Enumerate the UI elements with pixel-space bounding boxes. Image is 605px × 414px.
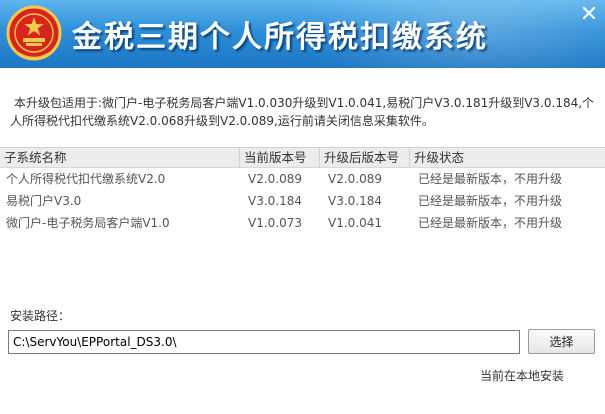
- header-subsystem-name[interactable]: 子系统名称: [0, 148, 240, 167]
- cell-current-version: V1.0.073: [248, 216, 303, 230]
- table-header: 子系统名称 当前版本号 升级后版本号 升级状态: [0, 147, 605, 168]
- cell-upgraded-version: V2.0.089: [328, 172, 383, 186]
- cell-subsystem-name: 易税门户V3.0: [6, 194, 82, 208]
- national-emblem-icon: [6, 5, 62, 61]
- cell-subsystem-name: 微门户-电子税务局客户端V1.0: [6, 216, 170, 230]
- cell-upgrade-status: 已经是最新版本，不用升级: [418, 194, 563, 208]
- table-row[interactable]: 微门户-电子税务局客户端V1.0 V1.0.073 V1.0.041 已经是最新…: [0, 213, 605, 234]
- cell-subsystem-name: 个人所得税代扣代缴系统V2.0: [6, 172, 166, 186]
- cell-upgraded-version: V1.0.041: [328, 216, 383, 230]
- title-bar: 金税三期个人所得税扣缴系统: [0, 0, 605, 68]
- app-title: 金税三期个人所得税扣缴系统: [72, 20, 488, 55]
- cell-current-version: V3.0.184: [248, 194, 303, 208]
- cell-upgrade-status: 已经是最新版本，不用升级: [418, 172, 563, 186]
- table-row[interactable]: 个人所得税代扣代缴系统V2.0 V2.0.089 V2.0.089 已经是最新版…: [0, 169, 605, 190]
- cell-current-version: V2.0.089: [248, 172, 303, 186]
- browse-button[interactable]: 选择: [528, 329, 595, 354]
- install-status-text: 当前在本地安装: [480, 369, 565, 383]
- upgrade-description: 本升级包适用于:微门户-电子税务局客户端V1.0.030升级到V1.0.041,…: [10, 96, 595, 128]
- header-upgrade-status[interactable]: 升级状态: [410, 148, 605, 167]
- header-current-version[interactable]: 当前版本号: [240, 148, 320, 167]
- install-path-input[interactable]: [8, 330, 520, 354]
- subsystem-table: 子系统名称 当前版本号 升级后版本号 升级状态 个人所得税代扣代缴系统V2.0 …: [0, 147, 605, 234]
- install-path-label: 安装路径：: [10, 309, 71, 323]
- header-upgraded-version[interactable]: 升级后版本号: [320, 148, 410, 167]
- cell-upgraded-version: V3.0.184: [328, 194, 383, 208]
- table-row[interactable]: 易税门户V3.0 V3.0.184 V3.0.184 已经是最新版本，不用升级: [0, 191, 605, 212]
- close-icon[interactable]: [578, 2, 600, 24]
- cell-upgrade-status: 已经是最新版本，不用升级: [418, 216, 563, 230]
